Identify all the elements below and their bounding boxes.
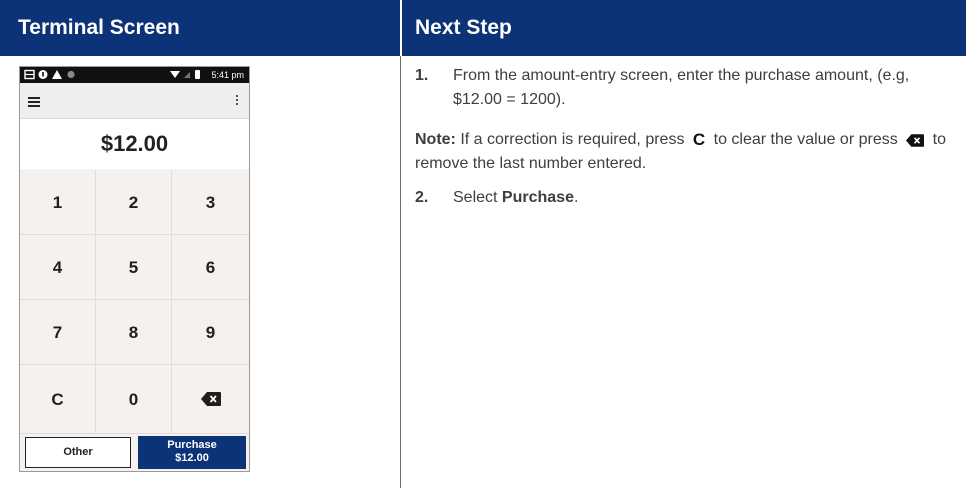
note-label: Note: <box>415 131 456 149</box>
step-2: 2. Select Purchase. <box>415 186 955 210</box>
key-6[interactable]: 6 <box>172 235 249 300</box>
backspace-icon <box>200 392 221 406</box>
key-8[interactable]: 8 <box>96 300 172 365</box>
key-4[interactable]: 4 <box>20 235 96 300</box>
action-buttons: Other Purchase $12.00 <box>20 434 249 471</box>
status-time: 5:41 pm <box>211 70 244 80</box>
step-2-prefix: Select <box>453 189 498 207</box>
amount-display: $12.00 <box>20 119 249 169</box>
column-divider <box>400 56 401 488</box>
purchase-button[interactable]: Purchase $12.00 <box>138 436 246 469</box>
step-2-number: 2. <box>415 189 429 207</box>
key-2[interactable]: 2 <box>96 170 172 235</box>
key-5[interactable]: 5 <box>96 235 172 300</box>
header-divider <box>400 0 402 56</box>
status-icons-left <box>24 69 75 80</box>
key-1[interactable]: 1 <box>20 170 96 235</box>
key-backspace[interactable] <box>172 365 249 434</box>
app-toolbar <box>20 83 249 119</box>
next-step-instructions: 1. From the amount-entry screen, enter t… <box>415 64 955 210</box>
step-1-text: From the amount-entry screen, enter the … <box>453 67 910 108</box>
hamburger-menu-icon[interactable] <box>28 97 40 107</box>
step-2-suffix: . <box>573 189 579 207</box>
status-bar: 5:41 pm <box>20 67 249 83</box>
key-3[interactable]: 3 <box>172 170 249 235</box>
step-1: 1. From the amount-entry screen, enter t… <box>415 64 955 112</box>
backspace-icon <box>906 133 925 147</box>
step-1-number: 1. <box>415 67 429 84</box>
purchase-button-amount: $12.00 <box>175 452 209 464</box>
purchase-button-label: Purchase <box>167 439 217 451</box>
more-options-icon[interactable] <box>236 95 239 106</box>
signal-icons <box>170 70 200 79</box>
clear-key-glyph: C <box>692 130 706 149</box>
next-step-heading: Next Step <box>415 16 512 39</box>
key-7[interactable]: 7 <box>20 300 96 365</box>
correction-note: Note: If a correction is required, press… <box>415 128 955 176</box>
keypad: 1 2 3 4 5 6 7 8 9 C 0 <box>20 170 249 434</box>
key-9[interactable]: 9 <box>172 300 249 365</box>
note-text-part2: to clear the value or press <box>713 131 898 149</box>
key-0[interactable]: 0 <box>96 365 172 434</box>
terminal-screen-heading: Terminal Screen <box>18 16 180 39</box>
note-text-part1: If a correction is required, press <box>460 131 685 149</box>
other-button[interactable]: Other <box>25 437 131 468</box>
table-header: Terminal Screen Next Step <box>0 0 966 56</box>
step-2-purchase: Purchase <box>501 189 574 207</box>
terminal-screen: 5:41 pm $12.00 1 2 3 4 5 6 7 8 9 C 0 Oth… <box>19 66 250 472</box>
key-clear[interactable]: C <box>20 365 96 434</box>
